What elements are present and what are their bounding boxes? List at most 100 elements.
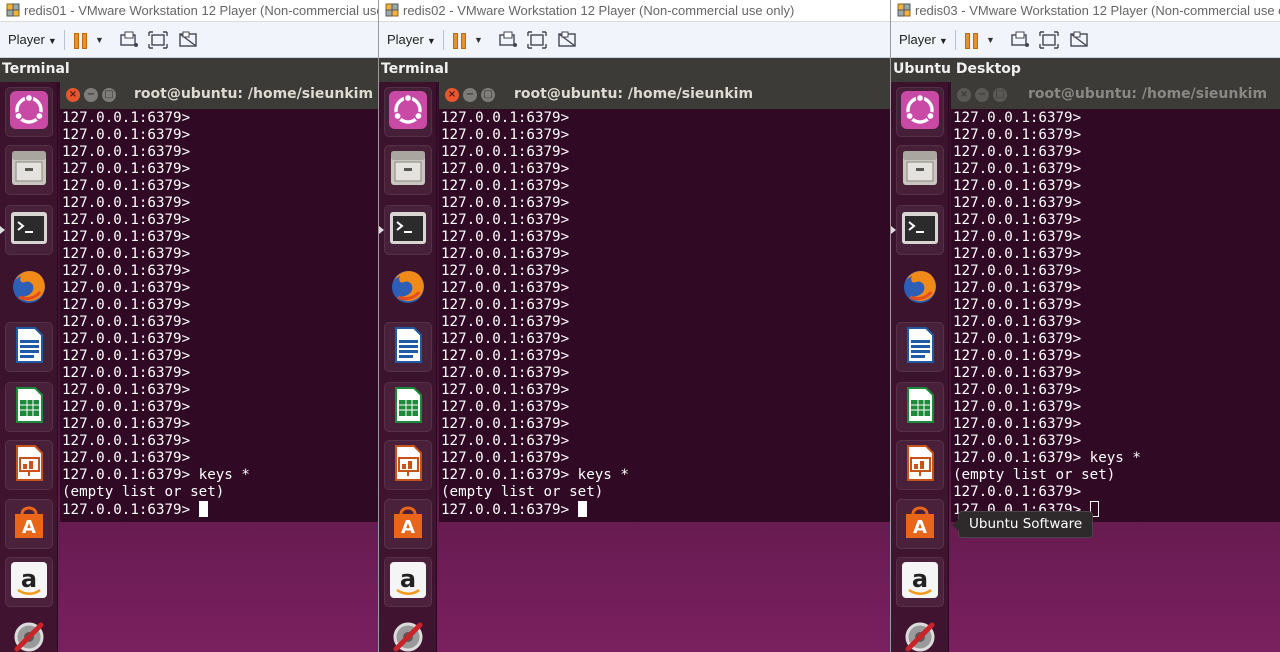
launcher-calc[interactable] (5, 382, 53, 432)
launcher-amazon[interactable]: a (384, 557, 432, 607)
terminal-line: 127.0.0.1:6379> (953, 110, 1082, 126)
terminal-line: 127.0.0.1:6379> (953, 297, 1082, 313)
terminal-line: 127.0.0.1:6379> (953, 331, 1082, 347)
software-center-icon: A (900, 502, 940, 547)
launcher-settings[interactable] (896, 612, 944, 652)
terminal-line: 127.0.0.1:6379> (62, 416, 191, 432)
calc-icon (388, 385, 428, 430)
launcher-writer[interactable] (5, 322, 53, 372)
launcher-settings[interactable] (384, 612, 432, 652)
maximize-button[interactable]: □ (993, 88, 1007, 102)
launcher-files[interactable] (5, 145, 53, 195)
terminal-window[interactable]: × − □ root@ubuntu: /home/sieunkim 127.0.0.1:… (60, 82, 378, 522)
launcher-files[interactable] (896, 145, 944, 195)
writer-icon (900, 325, 940, 370)
launcher-amazon[interactable]: a (5, 557, 53, 607)
launcher-software-center[interactable]: A (384, 499, 432, 549)
pause-icon[interactable] (965, 33, 979, 49)
impress-icon (900, 443, 940, 488)
terminal-line: 127.0.0.1:6379> (953, 263, 1082, 279)
unity-mode-icon[interactable] (557, 31, 577, 49)
launcher-impress[interactable] (5, 440, 53, 490)
launcher-running-indicator (0, 226, 5, 234)
terminal-line: 127.0.0.1:6379> (953, 365, 1082, 381)
terminal-output[interactable]: 127.0.0.1:6379> 127.0.0.1:6379> 127.0.0.1:… (62, 110, 378, 522)
close-button[interactable]: × (957, 88, 971, 102)
terminal-icon (388, 208, 428, 253)
terminal-titlebar[interactable]: × − □ root@ubuntu: /home/sieunkim (951, 82, 1280, 109)
send-ctrl-alt-del-icon[interactable] (498, 31, 518, 49)
launcher-impress[interactable] (384, 440, 432, 490)
terminal-line: 127.0.0.1:6379> (441, 280, 570, 296)
launcher-writer[interactable] (384, 322, 432, 372)
terminal-titlebar[interactable]: × − □ root@ubuntu: /home/sieunkim (60, 82, 378, 109)
terminal-line: 127.0.0.1:6379> (441, 365, 570, 381)
maximize-button[interactable]: □ (102, 88, 116, 102)
terminal-prompt-line[interactable]: 127.0.0.1:6379> (62, 501, 378, 518)
toolbar-separator (64, 30, 65, 50)
launcher-terminal[interactable] (5, 205, 53, 255)
launcher-terminal[interactable] (896, 205, 944, 255)
minimize-button[interactable]: − (975, 88, 989, 102)
writer-icon (388, 325, 428, 370)
launcher-terminal[interactable] (384, 205, 432, 255)
terminal-line: 127.0.0.1:6379> (62, 450, 191, 466)
terminal-line: 127.0.0.1:6379> (62, 382, 191, 398)
terminal-titlebar[interactable]: × − □ root@ubuntu: /home/sieunkim (439, 82, 890, 109)
launcher-ubuntu-logo[interactable] (896, 87, 944, 137)
terminal-line: 127.0.0.1:6379> (441, 416, 570, 432)
vm-titlebar[interactable]: redis01 - VMware Workstation 12 Player (… (0, 0, 378, 22)
launcher-amazon[interactable]: a (896, 557, 944, 607)
fullscreen-icon[interactable] (527, 31, 547, 49)
terminal-window[interactable]: × − □ root@ubuntu: /home/sieunkim 127.0.0.1:… (951, 82, 1280, 522)
terminal-line: 127.0.0.1:6379> keys * (953, 450, 1141, 466)
launcher-files[interactable] (384, 145, 432, 195)
maximize-button[interactable]: □ (481, 88, 495, 102)
launcher-settings[interactable] (5, 612, 53, 652)
launcher-ubuntu-logo[interactable] (384, 87, 432, 137)
player-menu-button[interactable]: Player ▼ (8, 32, 57, 47)
send-ctrl-alt-del-icon[interactable] (1010, 31, 1030, 49)
guest-top-panel: Ubuntu Desktop (891, 58, 1280, 82)
launcher-impress[interactable] (896, 440, 944, 490)
close-button[interactable]: × (66, 88, 80, 102)
launcher-firefox[interactable] (896, 263, 944, 313)
close-button[interactable]: × (445, 88, 459, 102)
player-menu-button[interactable]: Player ▼ (899, 32, 948, 47)
player-menu-button[interactable]: Player ▼ (387, 32, 436, 47)
terminal-output[interactable]: 127.0.0.1:6379> 127.0.0.1:6379> 127.0.0.1:… (441, 110, 890, 522)
launcher-calc[interactable] (896, 382, 944, 432)
pause-icon[interactable] (453, 33, 467, 49)
launcher-software-center[interactable]: A (896, 499, 944, 549)
terminal-line: 127.0.0.1:6379> (953, 178, 1082, 194)
launcher-software-center[interactable]: A (5, 499, 53, 549)
vm-titlebar[interactable]: redis03 - VMware Workstation 12 Player (… (891, 0, 1280, 22)
launcher-ubuntu-logo[interactable] (5, 87, 53, 137)
terminal-line: 127.0.0.1:6379> (953, 195, 1082, 211)
terminal-line: 127.0.0.1:6379> (953, 127, 1082, 143)
terminal-output[interactable]: 127.0.0.1:6379> 127.0.0.1:6379> 127.0.0.1:… (953, 110, 1280, 522)
unity-mode-icon[interactable] (1069, 31, 1089, 49)
launcher-writer[interactable] (896, 322, 944, 372)
pause-icon[interactable] (74, 33, 88, 49)
chevron-down-icon[interactable]: ▼ (986, 35, 995, 45)
launcher-firefox[interactable] (384, 263, 432, 313)
launcher-calc[interactable] (384, 382, 432, 432)
terminal-line: 127.0.0.1:6379> (441, 331, 570, 347)
minimize-button[interactable]: − (463, 88, 477, 102)
ubuntu-logo-icon (388, 90, 428, 135)
terminal-title: root@ubuntu: /home/sieunkim (134, 86, 374, 102)
vm-title: redis03 - VMware Workstation 12 Player (… (915, 3, 1280, 18)
terminal-prompt-line[interactable]: 127.0.0.1:6379> (441, 501, 890, 518)
send-ctrl-alt-del-icon[interactable] (119, 31, 139, 49)
vm-titlebar[interactable]: redis02 - VMware Workstation 12 Player (… (379, 0, 890, 22)
chevron-down-icon[interactable]: ▼ (95, 35, 104, 45)
fullscreen-icon[interactable] (1039, 31, 1059, 49)
launcher-firefox[interactable] (5, 263, 53, 313)
unity-mode-icon[interactable] (178, 31, 198, 49)
chevron-down-icon[interactable]: ▼ (474, 35, 483, 45)
fullscreen-icon[interactable] (148, 31, 168, 49)
terminal-window[interactable]: × − □ root@ubuntu: /home/sieunkim 127.0.0.1:… (439, 82, 890, 522)
minimize-button[interactable]: − (84, 88, 98, 102)
terminal-line: 127.0.0.1:6379> (953, 280, 1082, 296)
